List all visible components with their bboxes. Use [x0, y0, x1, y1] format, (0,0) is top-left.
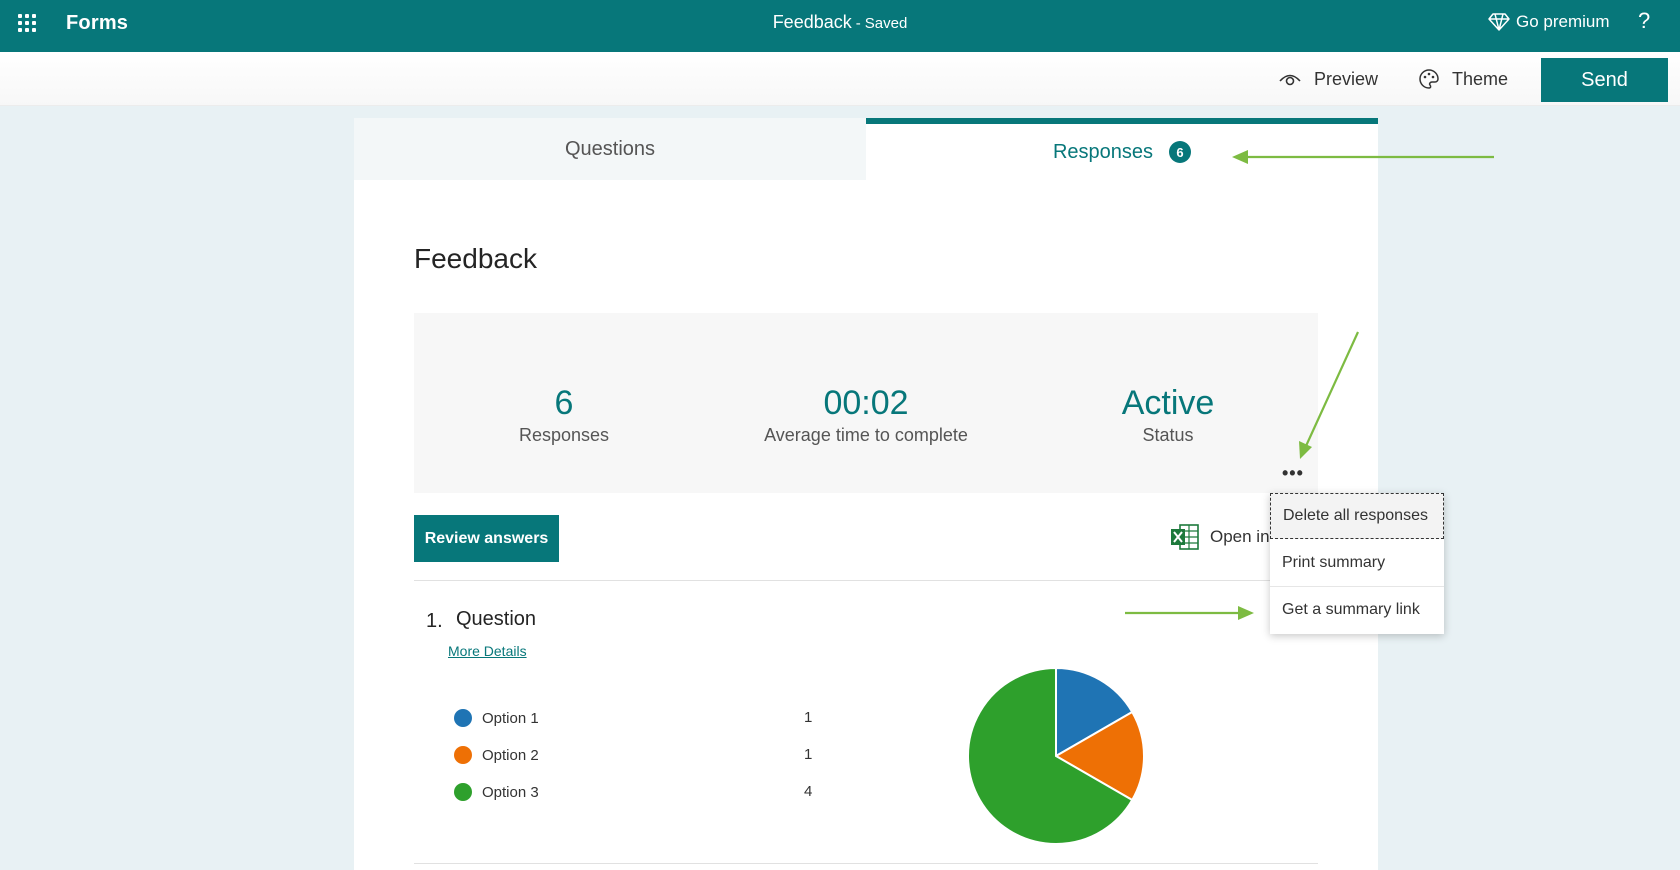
document-title: Feedback - Saved [0, 12, 1680, 33]
print-summary-item[interactable]: Print summary [1270, 540, 1444, 586]
option-3-label: Option 3 [482, 783, 539, 801]
open-in-excel-label: Open in [1210, 527, 1270, 546]
title-separator: - [855, 15, 861, 32]
preview-label: Preview [1314, 68, 1379, 89]
question-title: Question [456, 608, 537, 630]
option-1-swatch [454, 709, 472, 727]
option-2-swatch [454, 746, 472, 764]
go-premium-button[interactable]: Go premium [1488, 8, 1610, 36]
palette-icon [1419, 69, 1439, 89]
document-name: Feedback [772, 12, 852, 32]
tab-responses-label: Responses [1052, 140, 1154, 163]
status-label: Status [1142, 425, 1194, 445]
tab-responses[interactable]: Responses 6 [866, 118, 1378, 180]
form-card: Questions Responses 6 Feedback 6 Respons… [354, 118, 1378, 870]
option-3-swatch [454, 783, 472, 801]
more-options-menu: Delete all responses Print summary Get a… [1270, 493, 1444, 634]
more-details-link[interactable]: More Details [448, 643, 527, 659]
send-button[interactable]: Send [1541, 58, 1668, 102]
legend-item-option-1: Option 1 1 [454, 707, 812, 729]
save-status: Saved [864, 15, 908, 32]
option-1-count: 1 [804, 709, 813, 726]
eye-icon [1279, 74, 1301, 86]
stat-status: Active Status [1018, 383, 1318, 446]
theme-label: Theme [1452, 68, 1509, 89]
top-bar: Forms Feedback - Saved Go premium ? [0, 0, 1680, 52]
get-summary-link-item[interactable]: Get a summary link [1270, 587, 1444, 633]
stat-average-time: 00:02 Average time to complete [716, 383, 1016, 446]
question-number: 1. [426, 610, 443, 632]
open-in-excel-button[interactable]: Open in [1170, 521, 1270, 553]
more-options-button[interactable]: ••• [1282, 463, 1304, 484]
average-time-value: 00:02 [823, 384, 909, 422]
option-1-label: Option 1 [482, 709, 539, 727]
legend-item-option-2: Option 2 1 [454, 744, 812, 766]
delete-all-responses-item[interactable]: Delete all responses [1270, 493, 1444, 539]
section-divider [414, 580, 1318, 581]
diamond-icon [1488, 13, 1510, 31]
excel-icon [1171, 524, 1199, 550]
option-2-label: Option 2 [482, 746, 539, 764]
preview-button[interactable]: Preview [1278, 62, 1378, 96]
review-answers-button[interactable]: Review answers [414, 515, 559, 562]
help-icon[interactable]: ? [1638, 8, 1650, 34]
tab-questions[interactable]: Questions [354, 118, 866, 180]
responses-value: 6 [554, 384, 574, 422]
go-premium-label: Go premium [1516, 12, 1610, 31]
option-3-count: 4 [804, 783, 813, 800]
app-launcher-icon[interactable] [16, 12, 38, 34]
responses-count-badge: 6 [1169, 141, 1192, 163]
tab-questions-label: Questions [564, 137, 656, 160]
response-summary-panel: 6 Responses 00:02 Average time to comple… [414, 313, 1318, 493]
average-time-label: Average time to complete [764, 425, 968, 445]
status-value: Active [1121, 384, 1215, 422]
responses-pie-chart [967, 666, 1145, 845]
responses-label: Responses [518, 425, 610, 445]
app-name[interactable]: Forms [66, 12, 128, 35]
theme-button[interactable]: Theme [1418, 62, 1508, 96]
option-2-count: 1 [804, 746, 813, 763]
toolbar: Preview Theme Send [0, 52, 1680, 106]
bottom-divider [414, 863, 1318, 864]
form-title: Feedback [414, 243, 537, 274]
stat-responses: 6 Responses [414, 383, 714, 446]
legend-item-option-3: Option 3 4 [454, 781, 812, 803]
